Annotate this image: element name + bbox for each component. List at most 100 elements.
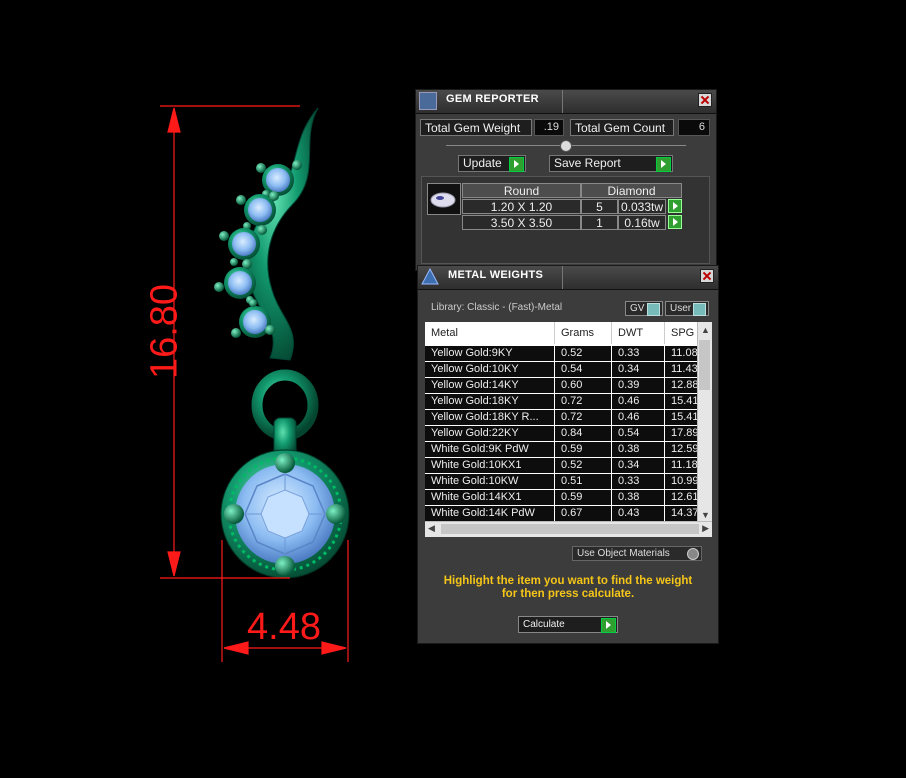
dwt-cell: 0.38 xyxy=(612,442,664,457)
diamond-shape-icon xyxy=(427,183,461,215)
gem-row-2-arrow-icon[interactable] xyxy=(668,215,682,229)
update-button[interactable]: Update xyxy=(458,155,526,172)
spg-cell: 11.43 xyxy=(665,362,698,377)
spg-cell: 11.08 xyxy=(665,346,698,361)
table-row[interactable]: Yellow Gold:10KY 0.54 0.34 11.43 xyxy=(425,362,712,378)
save-report-button[interactable]: Save Report xyxy=(549,155,673,172)
update-button-label: Update xyxy=(463,156,502,170)
table-row[interactable]: White Gold:10KX1 0.52 0.34 11.18 xyxy=(425,458,712,474)
library-label: Library: Classic - (Fast)-Metal xyxy=(431,302,563,313)
scroll-up-icon[interactable]: ▲ xyxy=(701,325,710,335)
table-row[interactable]: White Gold:9K PdW 0.59 0.38 12.59 xyxy=(425,442,712,458)
metal-weights-close-icon[interactable] xyxy=(700,269,714,283)
use-object-materials-icon xyxy=(687,548,699,560)
dwt-cell: 0.43 xyxy=(612,506,664,521)
grams-cell: 0.52 xyxy=(555,458,611,473)
gem-row-1-arrow-icon[interactable] xyxy=(668,199,682,213)
metal-name-cell: Yellow Gold:22KY xyxy=(425,426,554,441)
use-object-materials-label: Use Object Materials xyxy=(577,548,670,559)
gem-row-1-size[interactable]: 1.20 X 1.20 xyxy=(462,199,581,214)
grams-cell: 0.59 xyxy=(555,442,611,457)
grams-cell: 0.51 xyxy=(555,474,611,489)
spg-cell: 17.89 xyxy=(665,426,698,441)
hscroll-thumb[interactable] xyxy=(441,524,699,534)
metal-column-header[interactable]: Metal xyxy=(425,322,555,344)
collapse-arrow-icon[interactable] xyxy=(560,140,572,152)
calculate-button[interactable]: Calculate xyxy=(518,616,618,633)
metal-name-cell: Yellow Gold:18KY R... xyxy=(425,410,554,425)
metal-weights-panel: METAL WEIGHTS Library: Classic - (Fast)-… xyxy=(417,265,719,644)
dwt-cell: 0.34 xyxy=(612,362,664,377)
instruction-line-2: for then press calculate. xyxy=(501,588,635,600)
dwt-cell: 0.38 xyxy=(612,490,664,505)
spg-column-header[interactable]: SPG xyxy=(665,322,698,344)
metal-name-cell: White Gold:10KW xyxy=(425,474,554,489)
calculate-arrow-icon xyxy=(601,618,616,633)
spg-cell: 12.61 xyxy=(665,490,698,505)
grams-column-header[interactable]: Grams xyxy=(555,322,612,344)
dwt-cell: 0.34 xyxy=(612,458,664,473)
vertical-scrollbar[interactable]: ▲ ▼ xyxy=(697,322,712,522)
metal-name-cell: Yellow Gold:14KY xyxy=(425,378,554,393)
metal-name-cell: White Gold:14KX1 xyxy=(425,490,554,505)
table-row[interactable]: Yellow Gold:18KY R... 0.72 0.46 15.41 xyxy=(425,410,712,426)
gem-reporter-title: GEM REPORTER xyxy=(446,93,539,105)
table-row[interactable]: White Gold:10KW 0.51 0.33 10.99 xyxy=(425,474,712,490)
height-dimension-label: 16.80 xyxy=(143,283,186,380)
metal-name-cell: Yellow Gold:10KY xyxy=(425,362,554,377)
gem-reporter-close-icon[interactable] xyxy=(698,93,712,107)
spg-cell: 12.59 xyxy=(665,442,698,457)
save-report-arrow-icon xyxy=(656,157,671,172)
horizontal-scrollbar[interactable]: ◀ ▶ xyxy=(425,521,712,537)
small-stones xyxy=(214,160,302,338)
metal-weights-icon xyxy=(420,267,440,287)
total-gem-weight-value: .19 xyxy=(534,119,564,136)
table-row[interactable]: Yellow Gold:14KY 0.60 0.39 12.88 xyxy=(425,378,712,394)
metal-weights-titlebar[interactable]: METAL WEIGHTS xyxy=(418,266,718,290)
scroll-left-icon[interactable]: ◀ xyxy=(428,523,435,534)
metal-weights-title: METAL WEIGHTS xyxy=(448,269,544,281)
grams-cell: 0.54 xyxy=(555,362,611,377)
scroll-thumb[interactable] xyxy=(699,340,710,390)
gem-row-1-count: 5 xyxy=(581,199,618,214)
gem-table-area: Round Diamond 1.20 X 1.20 5 0.033tw 3.50… xyxy=(421,176,710,264)
grams-cell: 0.72 xyxy=(555,394,611,409)
metal-name-cell: White Gold:9K PdW xyxy=(425,442,554,457)
dwt-cell: 0.39 xyxy=(612,378,664,393)
grams-cell: 0.72 xyxy=(555,410,611,425)
dwt-column-header[interactable]: DWT xyxy=(612,322,665,344)
gv-toggle[interactable]: GV xyxy=(625,301,663,316)
gem-reporter-titlebar[interactable]: GEM REPORTER xyxy=(416,90,716,114)
table-row[interactable]: Yellow Gold:18KY 0.72 0.46 15.41 xyxy=(425,394,712,410)
grams-cell: 0.60 xyxy=(555,378,611,393)
gem-row-1-weight: 0.033tw xyxy=(618,199,666,214)
user-toggle-icon xyxy=(693,303,706,316)
spg-cell: 12.88 xyxy=(665,378,698,393)
gem-shape-header: Round xyxy=(462,183,581,198)
dwt-cell: 0.33 xyxy=(612,474,664,489)
gem-reporter-panel: GEM REPORTER Total Gem Weight .19 Total … xyxy=(415,89,717,271)
width-dimension-label: 4.48 xyxy=(247,606,321,648)
gem-row-2-size[interactable]: 3.50 X 3.50 xyxy=(462,215,581,230)
table-row[interactable]: Yellow Gold:22KY 0.84 0.54 17.89 xyxy=(425,426,712,442)
metal-name-cell: Yellow Gold:18KY xyxy=(425,394,554,409)
gem-stone-header: Diamond xyxy=(581,183,682,198)
use-object-materials-button[interactable]: Use Object Materials xyxy=(572,546,702,561)
3d-viewport[interactable]: 16.80 4.48 xyxy=(0,0,400,774)
table-row[interactable]: White Gold:14K PdW 0.67 0.43 14.37 xyxy=(425,506,712,522)
spg-cell: 11.18 xyxy=(665,458,698,473)
scroll-right-icon[interactable]: ▶ xyxy=(702,523,709,534)
grams-cell: 0.84 xyxy=(555,426,611,441)
scroll-down-icon[interactable]: ▼ xyxy=(701,510,710,520)
total-gem-count-value: 6 xyxy=(678,119,710,136)
metal-name-cell: White Gold:10KX1 xyxy=(425,458,554,473)
spg-cell: 15.41 xyxy=(665,410,698,425)
gem-reporter-icon xyxy=(419,92,437,110)
table-row[interactable]: Yellow Gold:9KY 0.52 0.33 11.08 xyxy=(425,346,712,362)
gv-toggle-icon xyxy=(647,303,660,316)
grams-cell: 0.59 xyxy=(555,490,611,505)
user-toggle[interactable]: User xyxy=(665,301,709,316)
pendant-model xyxy=(160,105,350,662)
table-row[interactable]: White Gold:14KX1 0.59 0.38 12.61 xyxy=(425,490,712,506)
instruction-line-1: Highlight the item you want to find the … xyxy=(443,575,693,587)
